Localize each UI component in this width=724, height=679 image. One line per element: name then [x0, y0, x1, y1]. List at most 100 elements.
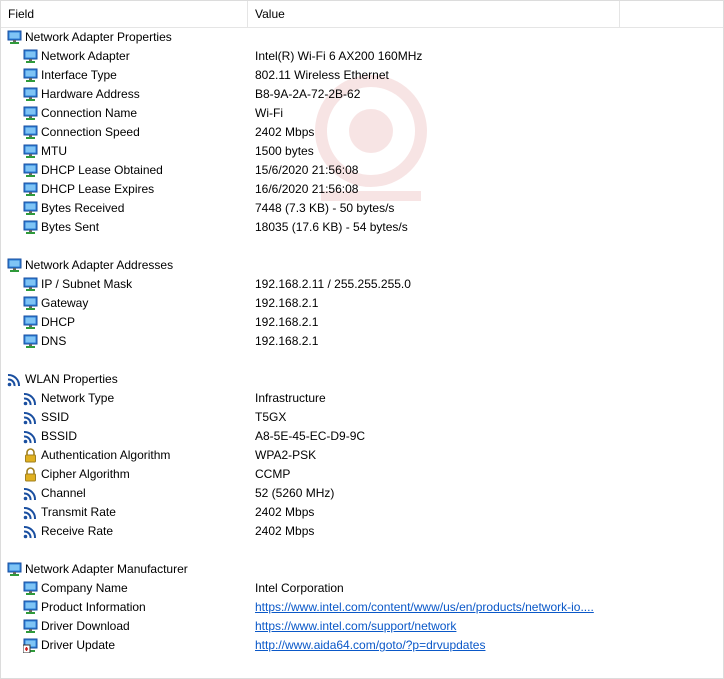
network-adapter-icon	[23, 49, 38, 64]
property-row[interactable]: DNS 192.168.2.1	[1, 332, 723, 351]
wifi-icon	[23, 410, 38, 425]
property-row[interactable]: IP / Subnet Mask 192.168.2.11 / 255.255.2…	[1, 275, 723, 294]
wifi-icon	[7, 372, 22, 387]
property-field: Network Type	[41, 391, 115, 405]
property-row[interactable]: Network Type Infrastructure	[1, 389, 723, 408]
property-row[interactable]: BSSID A8-5E-45-EC-D9-9C	[1, 427, 723, 446]
property-value: 192.168.2.1	[255, 296, 319, 310]
network-adapter-icon	[7, 562, 22, 577]
property-row[interactable]: DHCP Lease Obtained 15/6/2020 21:56:08	[1, 161, 723, 180]
network-adapter-icon	[23, 68, 38, 83]
property-field: BSSID	[41, 429, 78, 443]
property-row[interactable]: Connection Name Wi-Fi	[1, 104, 723, 123]
property-field: DHCP	[41, 315, 76, 329]
property-row[interactable]: Transmit Rate 2402 Mbps	[1, 503, 723, 522]
network-adapter-icon	[23, 277, 38, 292]
network-adapter-icon	[7, 258, 22, 273]
lock-icon	[23, 467, 38, 482]
network-adapter-icon	[23, 182, 38, 197]
network-adapter-icon	[23, 315, 38, 330]
group-row[interactable]: WLAN Properties	[1, 370, 723, 389]
wifi-icon	[23, 391, 38, 406]
property-row[interactable]: Channel 52 (5260 MHz)	[1, 484, 723, 503]
property-value: 192.168.2.1	[255, 334, 319, 348]
property-field: Bytes Sent	[41, 220, 100, 234]
lock-icon	[23, 448, 38, 463]
property-row[interactable]: Bytes Received 7448 (7.3 KB) - 50 bytes/s	[1, 199, 723, 218]
property-value-link[interactable]: https://www.intel.com/content/www/us/en/…	[255, 598, 594, 617]
property-row[interactable]: Bytes Sent 18035 (17.6 KB) - 54 bytes/s	[1, 218, 723, 237]
property-value: 7448 (7.3 KB) - 50 bytes/s	[255, 201, 395, 215]
property-field: Connection Speed	[41, 125, 140, 139]
property-value: WPA2-PSK	[255, 448, 317, 462]
property-field: Authentication Algorithm	[41, 448, 171, 462]
property-row[interactable]: MTU 1500 bytes	[1, 142, 723, 161]
property-row[interactable]: Driver Download https://www.intel.com/sup…	[1, 617, 723, 636]
property-value: Wi-Fi	[255, 106, 283, 120]
network-adapter-icon	[7, 30, 22, 45]
group-row[interactable]: Network Adapter Manufacturer	[1, 560, 723, 579]
property-row[interactable]: DHCP Lease Expires 16/6/2020 21:56:08	[1, 180, 723, 199]
details-list-view[interactable]: Field Value Network Adapter Properties Ne…	[0, 0, 724, 679]
property-row[interactable]: Network Adapter Intel(R) Wi-Fi 6 AX200 16…	[1, 47, 723, 66]
group-row[interactable]: Network Adapter Properties	[1, 28, 723, 47]
property-value: Infrastructure	[255, 391, 326, 405]
network-adapter-icon	[23, 106, 38, 121]
property-field: Driver Update	[41, 638, 116, 652]
property-value: 192.168.2.1	[255, 315, 319, 329]
property-row[interactable]: Cipher Algorithm CCMP	[1, 465, 723, 484]
wifi-icon	[23, 486, 38, 501]
property-field: Driver Download	[41, 619, 130, 633]
property-field: MTU	[41, 144, 67, 158]
group-title: WLAN Properties	[25, 372, 118, 386]
group-row[interactable]: Network Adapter Addresses	[1, 256, 723, 275]
group-title: Network Adapter Addresses	[25, 258, 174, 272]
property-value: Intel(R) Wi-Fi 6 AX200 160MHz	[255, 49, 423, 63]
property-row[interactable]: SSID T5GX	[1, 408, 723, 427]
property-rows: Network Adapter Properties Network Adapte…	[1, 28, 723, 655]
property-row[interactable]: Gateway 192.168.2.1	[1, 294, 723, 313]
property-value: 2402 Mbps	[255, 125, 315, 139]
network-adapter-icon	[23, 144, 38, 159]
property-value: Intel Corporation	[255, 581, 344, 595]
value-column-header[interactable]: Value	[248, 1, 620, 27]
property-value: A8-5E-45-EC-D9-9C	[255, 429, 366, 443]
network-adapter-icon	[23, 220, 38, 235]
property-field: Receive Rate	[41, 524, 114, 538]
property-value: B8-9A-2A-72-2B-62	[255, 87, 361, 101]
property-field: DHCP Lease Expires	[41, 182, 155, 196]
network-adapter-icon	[23, 163, 38, 178]
property-row[interactable]: Hardware Address B8-9A-2A-72-2B-62	[1, 85, 723, 104]
property-value: 2402 Mbps	[255, 524, 315, 538]
property-field: Channel	[41, 486, 86, 500]
property-field: DHCP Lease Obtained	[41, 163, 163, 177]
property-value-link[interactable]: http://www.aida64.com/goto/?p=drvupdates	[255, 636, 485, 655]
property-row[interactable]: Interface Type 802.11 Wireless Ethernet	[1, 66, 723, 85]
network-adapter-icon	[23, 581, 38, 596]
network-adapter-icon	[23, 600, 38, 615]
property-row[interactable]: Driver Update http://www.aida64.com/goto/…	[1, 636, 723, 655]
property-field: Hardware Address	[41, 87, 140, 101]
property-row[interactable]: Company Name Intel Corporation	[1, 579, 723, 598]
property-value: 2402 Mbps	[255, 505, 315, 519]
property-field: IP / Subnet Mask	[41, 277, 133, 291]
property-value-link[interactable]: https://www.intel.com/support/network	[255, 617, 456, 636]
property-field: DNS	[41, 334, 67, 348]
property-field: Network Adapter	[41, 49, 130, 63]
property-value: 192.168.2.11 / 255.255.255.0	[255, 277, 411, 291]
field-column-header[interactable]: Field	[1, 1, 248, 27]
property-row[interactable]: Receive Rate 2402 Mbps	[1, 522, 723, 541]
network-adapter-icon	[23, 201, 38, 216]
property-value: 1500 bytes	[255, 144, 314, 158]
property-row[interactable]: Connection Speed 2402 Mbps	[1, 123, 723, 142]
property-value: CCMP	[255, 467, 291, 481]
property-value: 15/6/2020 21:56:08	[255, 163, 359, 177]
property-row[interactable]: Authentication Algorithm WPA2-PSK	[1, 446, 723, 465]
property-field: Interface Type	[41, 68, 117, 82]
property-field: Company Name	[41, 581, 128, 595]
property-value: 18035 (17.6 KB) - 54 bytes/s	[255, 220, 408, 234]
property-row[interactable]: Product Information https://www.intel.com…	[1, 598, 723, 617]
property-row[interactable]: DHCP 192.168.2.1	[1, 313, 723, 332]
